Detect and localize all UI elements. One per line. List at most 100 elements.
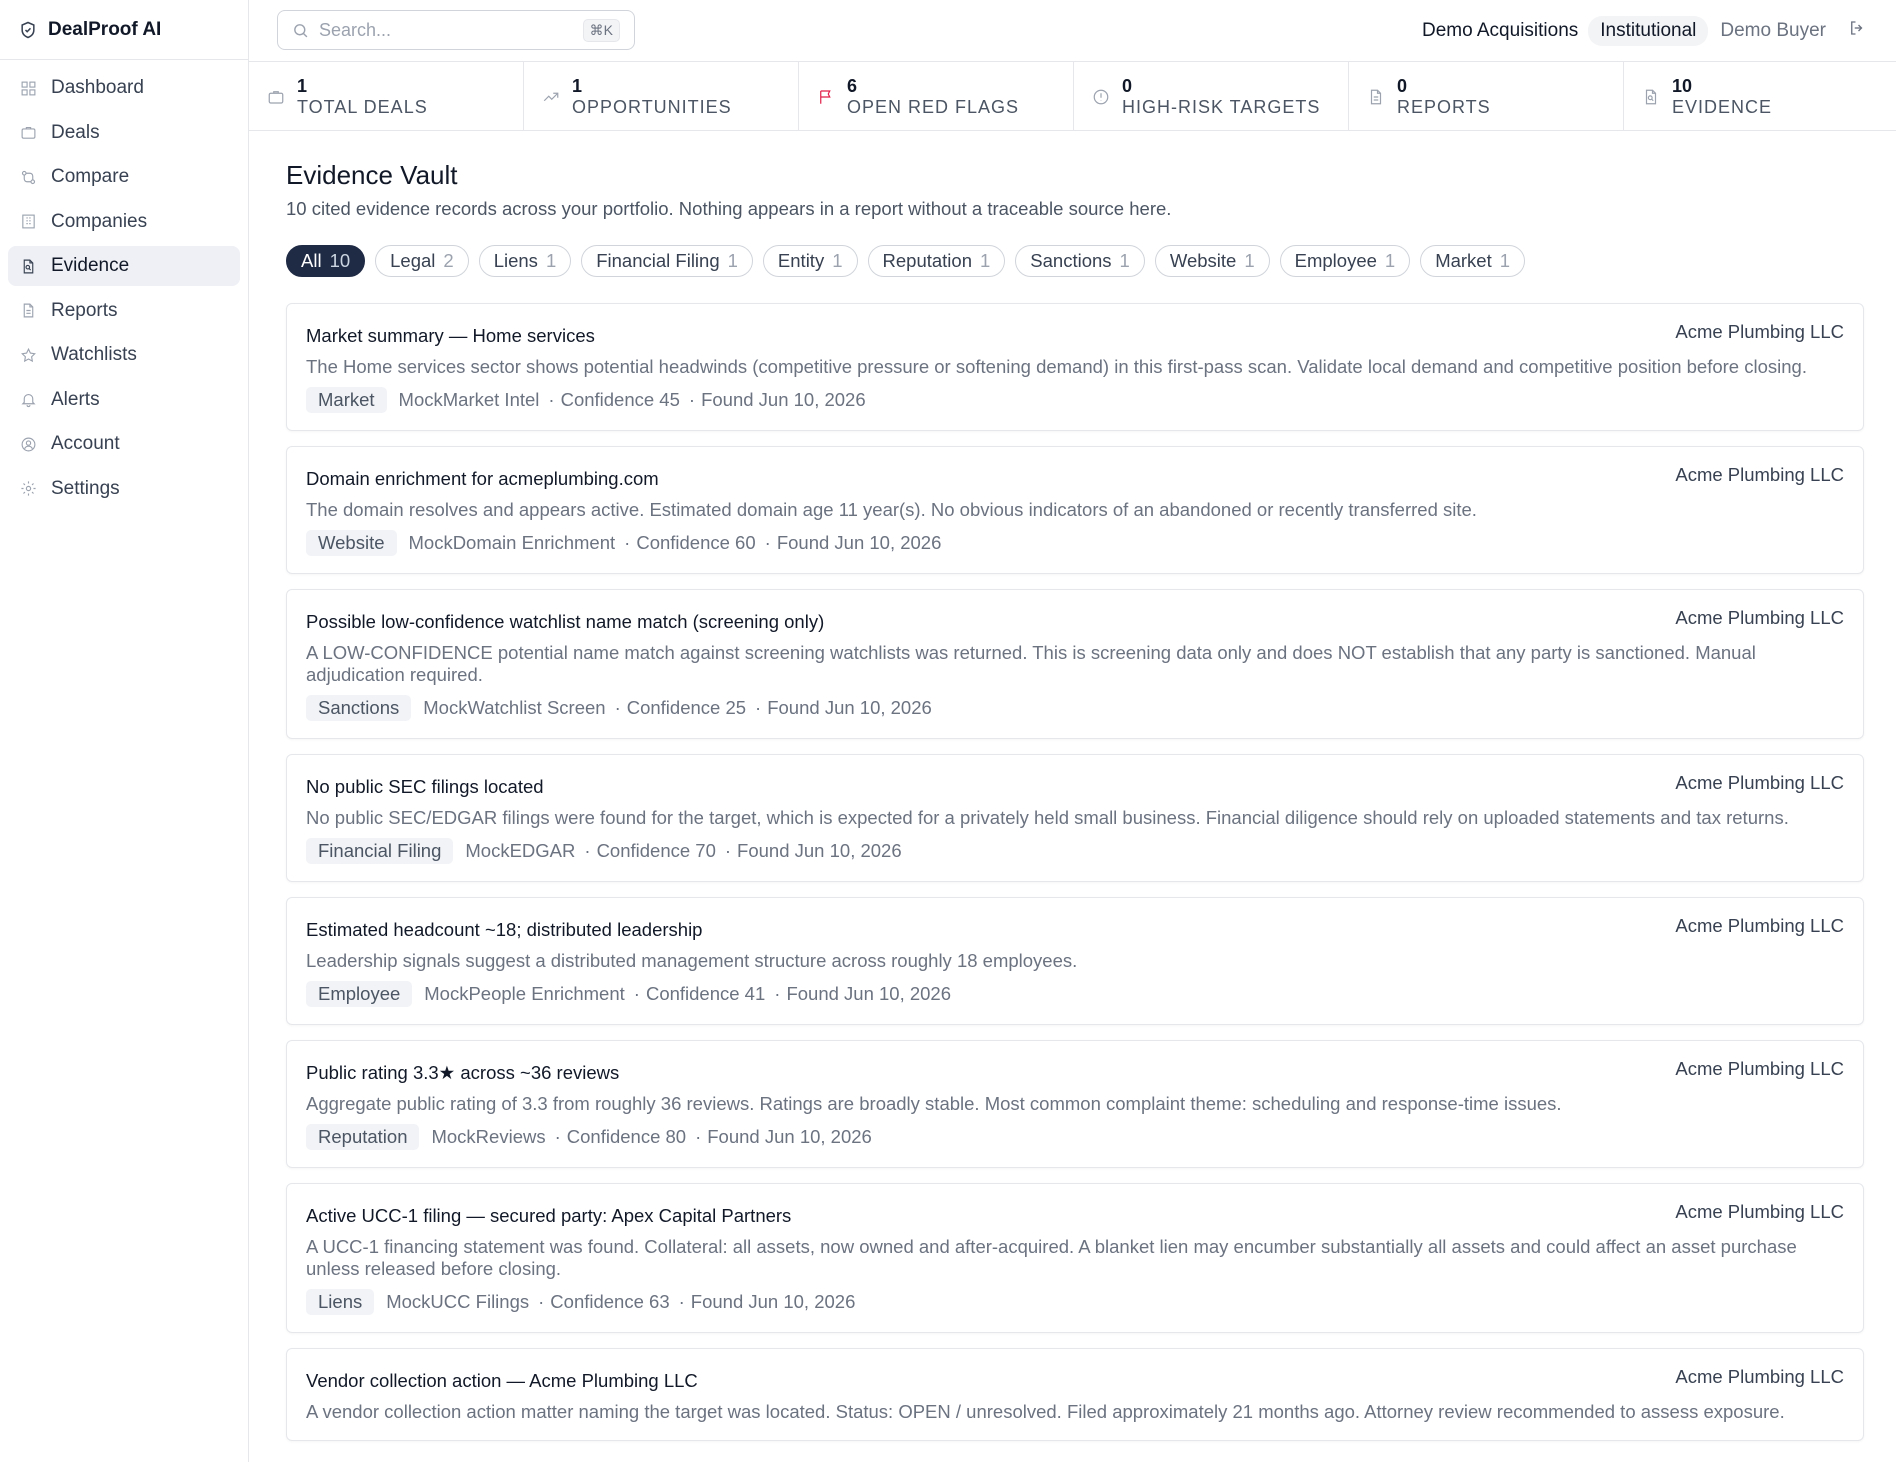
evidence-found-date: Found Jun 10, 2026 xyxy=(707,1126,872,1147)
sidebar-item-dashboard[interactable]: Dashboard xyxy=(8,68,240,108)
filter-chip-liens[interactable]: Liens 1 xyxy=(478,245,572,277)
filter-chip-market[interactable]: Market 1 xyxy=(1420,245,1526,277)
evidence-company[interactable]: Acme Plumbing LLC xyxy=(1675,1058,1844,1080)
evidence-card[interactable]: Vendor collection action — Acme Plumbing… xyxy=(286,1348,1864,1441)
evidence-company[interactable]: Acme Plumbing LLC xyxy=(1675,464,1844,486)
chip-count: 1 xyxy=(1384,250,1396,271)
evidence-confidence: Confidence 45 xyxy=(560,389,680,410)
search-shortcut: ⌘K xyxy=(582,19,620,42)
meta-separator: · xyxy=(554,1126,561,1147)
evidence-meta: Sanctions MockWatchlist Screen · Confide… xyxy=(306,695,1844,721)
meta-separator: · xyxy=(584,840,591,861)
stat-high-risk-targets[interactable]: 0 HIGH-RISK TARGETS xyxy=(1074,62,1349,131)
evidence-title: Estimated headcount ~18; distributed lea… xyxy=(306,919,703,940)
chip-label: Website xyxy=(1169,250,1237,271)
sidebar: DealProof AI Dashboard Deals Compare Com… xyxy=(0,0,249,1462)
chip-count: 10 xyxy=(329,250,351,271)
evidence-company[interactable]: Acme Plumbing LLC xyxy=(1675,607,1844,629)
stat-reports[interactable]: 0 REPORTS xyxy=(1349,62,1624,131)
sidebar-item-account[interactable]: Account xyxy=(8,424,240,464)
filter-chip-employee[interactable]: Employee 1 xyxy=(1279,245,1411,277)
sidebar-item-reports[interactable]: Reports xyxy=(8,291,240,331)
chip-label: Entity xyxy=(777,250,825,271)
evidence-card[interactable]: Market summary — Home services Acme Plum… xyxy=(286,303,1864,431)
document-icon xyxy=(23,303,34,318)
chip-count: 1 xyxy=(979,250,991,271)
meta-separator: · xyxy=(614,697,621,718)
sidebar-item-label: Deals xyxy=(51,121,100,143)
brand[interactable]: DealProof AI xyxy=(0,0,248,60)
filter-chips: All 10 Legal 2 Liens 1 Financial Filing 1 En… xyxy=(286,245,1864,277)
chip-label: Market xyxy=(1435,250,1492,271)
search-icon xyxy=(294,23,308,37)
evidence-meta: Reputation MockReviews · Confidence 80 ·… xyxy=(306,1124,1844,1150)
stat-value: 1 xyxy=(297,75,308,96)
filter-chip-legal[interactable]: Legal 2 xyxy=(375,245,469,277)
meta-separator: · xyxy=(633,983,640,1004)
stat-total-deals[interactable]: 1 TOTAL DEALS xyxy=(249,62,524,131)
chip-label: All xyxy=(301,250,322,271)
sidebar-item-settings[interactable]: Settings xyxy=(8,469,240,509)
evidence-confidence: Confidence 80 xyxy=(566,1126,687,1147)
evidence-source: MockWatchlist Screen xyxy=(423,697,606,718)
evidence-company[interactable]: Acme Plumbing LLC xyxy=(1675,915,1844,937)
stat-evidence[interactable]: 10 EVIDENCE xyxy=(1624,62,1896,131)
filter-chip-all[interactable]: All 10 xyxy=(286,245,366,277)
filter-chip-sanctions[interactable]: Sanctions 1 xyxy=(1015,245,1145,277)
sidebar-item-label: Evidence xyxy=(51,255,130,276)
evidence-source: MockEDGAR xyxy=(465,840,576,861)
evidence-card[interactable]: Active UCC-1 filing — secured party: Ape… xyxy=(286,1183,1864,1333)
search-input[interactable]: Search... ⌘K xyxy=(277,10,635,50)
org-name[interactable]: Demo Acquisitions xyxy=(1422,20,1578,42)
evidence-company[interactable]: Acme Plumbing LLC xyxy=(1675,321,1844,343)
evidence-summary: The domain resolves and appears active. … xyxy=(306,499,1477,520)
filter-chip-entity[interactable]: Entity 1 xyxy=(762,245,858,277)
filter-chip-reputation[interactable]: Reputation 1 xyxy=(867,245,1006,277)
evidence-title: Vendor collection action — Acme Plumbing… xyxy=(306,1370,698,1391)
logout-button[interactable] xyxy=(1848,19,1866,43)
evidence-meta: Website MockDomain Enrichment · Confiden… xyxy=(306,530,1844,556)
flag-icon xyxy=(820,89,831,104)
evidence-card[interactable]: Possible low-confidence watchlist name m… xyxy=(286,589,1864,739)
evidence-source: MockDomain Enrichment xyxy=(408,532,616,553)
stat-open-red-flags[interactable]: 6 OPEN RED FLAGS xyxy=(799,62,1074,131)
evidence-summary: A UCC-1 financing statement was found. C… xyxy=(306,1236,1797,1279)
sidebar-item-alerts[interactable]: Alerts xyxy=(8,380,240,420)
evidence-title: Possible low-confidence watchlist name m… xyxy=(306,611,825,632)
stat-label: TOTAL DEALS xyxy=(297,96,428,117)
sidebar-item-label: Dashboard xyxy=(51,77,144,98)
evidence-confidence: Confidence 60 xyxy=(636,532,756,553)
user-name[interactable]: Demo Buyer xyxy=(1720,20,1826,42)
evidence-company[interactable]: Acme Plumbing LLC xyxy=(1675,1201,1844,1223)
evidence-type-tag: Financial Filing xyxy=(306,838,454,864)
sidebar-item-deals[interactable]: Deals xyxy=(8,113,240,153)
meta-separator: · xyxy=(695,1126,702,1147)
sidebar-item-watchlists[interactable]: Watchlists xyxy=(8,335,240,375)
briefcase-icon xyxy=(268,90,284,104)
evidence-confidence: Confidence 70 xyxy=(596,840,716,861)
evidence-summary: The Home services sector shows potential… xyxy=(306,356,1807,377)
stat-label: HIGH-RISK TARGETS xyxy=(1122,96,1321,117)
filter-chip-website[interactable]: Website 1 xyxy=(1154,245,1270,277)
evidence-company[interactable]: Acme Plumbing LLC xyxy=(1675,1366,1844,1388)
sidebar-item-compare[interactable]: Compare xyxy=(8,157,240,197)
evidence-card[interactable]: Estimated headcount ~18; distributed lea… xyxy=(286,897,1864,1025)
user-circle-icon xyxy=(21,437,36,451)
sidebar-item-companies[interactable]: Companies xyxy=(8,202,240,242)
stat-opportunities[interactable]: 1 OPPORTUNITIES xyxy=(524,62,799,131)
filter-chip-financial-filing[interactable]: Financial Filing 1 xyxy=(581,245,753,277)
evidence-source: MockPeople Enrichment xyxy=(424,983,625,1004)
file-search-icon xyxy=(1645,89,1657,104)
meta-separator: · xyxy=(724,840,732,861)
document-icon xyxy=(1370,89,1382,104)
sidebar-item-evidence[interactable]: Evidence xyxy=(8,246,240,286)
evidence-company[interactable]: Acme Plumbing LLC xyxy=(1675,772,1844,794)
evidence-card[interactable]: No public SEC filings located Acme Plumb… xyxy=(286,754,1864,882)
search-placeholder: Search... xyxy=(319,19,392,40)
meta-separator: · xyxy=(538,1291,545,1312)
evidence-card[interactable]: Public rating 3.3★ across ~36 reviews Ac… xyxy=(286,1040,1864,1168)
evidence-card[interactable]: Domain enrichment for acmeplumbing.com A… xyxy=(286,446,1864,574)
top-header: Search... ⌘K Demo Acquisitions Instituti… xyxy=(249,0,1896,62)
chip-count: 1 xyxy=(545,250,557,271)
chip-count: 1 xyxy=(1244,250,1255,271)
